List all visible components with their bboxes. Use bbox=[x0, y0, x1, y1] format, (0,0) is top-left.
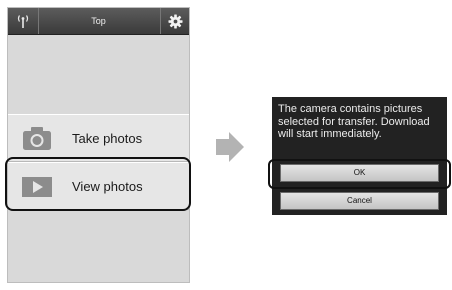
page-title: Top bbox=[91, 16, 106, 26]
arrow-right-icon bbox=[216, 132, 244, 162]
view-photos-highlight bbox=[5, 157, 191, 211]
ok-button-highlight bbox=[268, 159, 451, 189]
transfer-dialog: The camera contains pictures selected fo… bbox=[272, 97, 447, 215]
camera-icon bbox=[23, 127, 51, 150]
topbar-divider bbox=[160, 8, 161, 34]
cancel-button[interactable]: Cancel bbox=[280, 192, 439, 210]
gear-icon[interactable] bbox=[168, 14, 183, 29]
dialog-message: The camera contains pictures selected fo… bbox=[278, 103, 430, 140]
top-bar: Top bbox=[8, 8, 189, 35]
take-photos-label: Take photos bbox=[72, 130, 143, 146]
topbar-divider bbox=[38, 8, 39, 34]
take-photos-item[interactable]: Take photos bbox=[8, 114, 189, 162]
wifi-antenna-icon bbox=[17, 15, 29, 28]
app-top-screen: Top Take photos View photos bbox=[7, 7, 190, 283]
